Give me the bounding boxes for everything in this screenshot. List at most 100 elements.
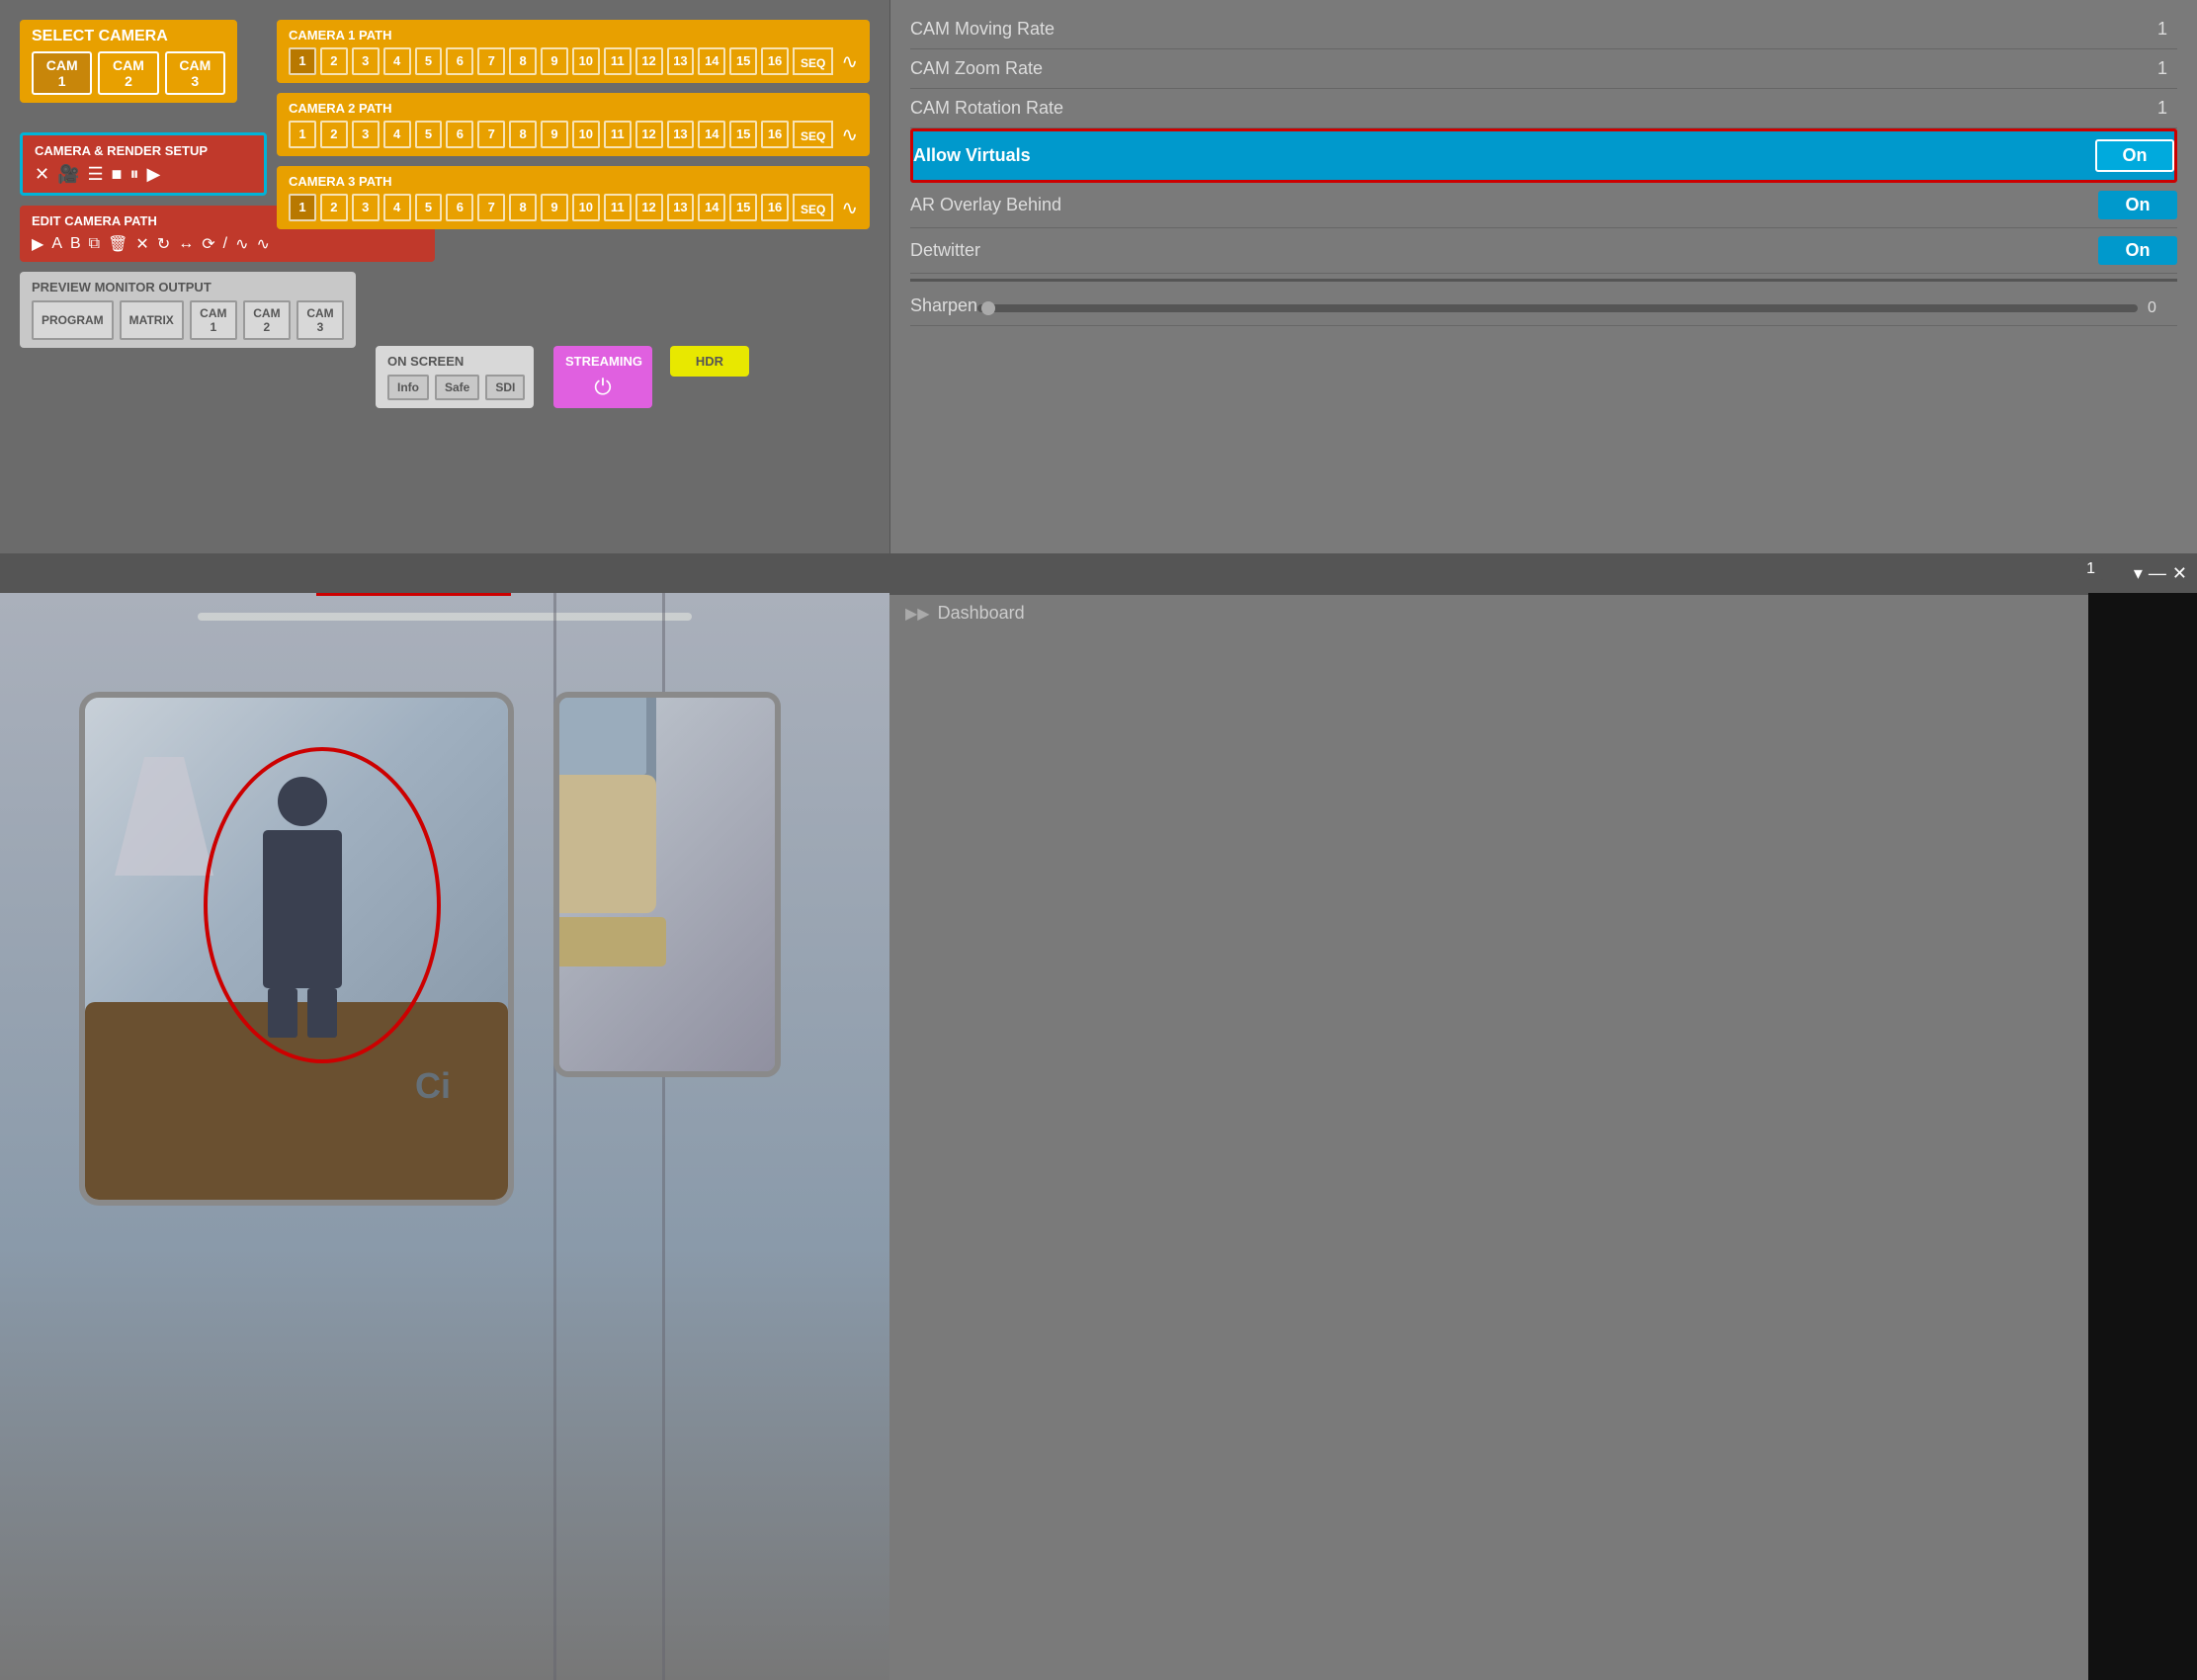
viewport-x-icon[interactable]: ✕: [2172, 563, 2187, 584]
viewport-close-icon[interactable]: —: [2149, 563, 2166, 584]
preview-cam3-btn[interactable]: CAM 3: [296, 300, 344, 340]
path2-btn-10[interactable]: 10: [572, 121, 600, 148]
path2-btn-7[interactable]: 7: [477, 121, 505, 148]
path2-btn-5[interactable]: 5: [415, 121, 443, 148]
edit-cam-rotate[interactable]: ↻: [157, 234, 170, 254]
path3-btn-14[interactable]: 14: [698, 194, 725, 221]
sharpen-label: Sharpen: [910, 295, 977, 316]
path1-btn-1[interactable]: 1: [289, 47, 316, 75]
path1-btn-11[interactable]: 11: [604, 47, 632, 75]
cam-render-icon-cross[interactable]: ✕: [35, 164, 49, 185]
edit-cam-curve2[interactable]: ∿: [256, 234, 269, 254]
on-screen-info-btn[interactable]: Info: [387, 375, 429, 400]
cam-render-icon-list[interactable]: ☰: [88, 164, 104, 185]
path2-btn-4[interactable]: 4: [383, 121, 411, 148]
path2-btn-9[interactable]: 9: [541, 121, 568, 148]
path1-btn-2[interactable]: 2: [320, 47, 348, 75]
path1-btn-15[interactable]: 15: [729, 47, 757, 75]
path1-btn-16[interactable]: 16: [761, 47, 789, 75]
path3-btn-15[interactable]: 15: [729, 194, 757, 221]
sharpen-slider-thumb[interactable]: [981, 301, 995, 315]
path2-btn-14[interactable]: 14: [698, 121, 725, 148]
path1-btn-6[interactable]: 6: [446, 47, 473, 75]
path2-btn-3[interactable]: 3: [352, 121, 380, 148]
edit-cam-a[interactable]: A: [51, 235, 62, 253]
path3-btn-16[interactable]: 16: [761, 194, 789, 221]
ar-overlay-badge[interactable]: On: [2098, 191, 2177, 219]
path2-btn-13[interactable]: 13: [667, 121, 695, 148]
path1-btn-14[interactable]: 14: [698, 47, 725, 75]
path1-btn-7[interactable]: 7: [477, 47, 505, 75]
preview-program-btn[interactable]: PROGRAM: [32, 300, 114, 340]
edit-cam-refresh[interactable]: ⟳: [202, 234, 214, 254]
cam-render-label: CAMERA & RENDER SETUP: [35, 143, 252, 158]
path1-btn-12[interactable]: 12: [635, 47, 663, 75]
edit-cam-line[interactable]: /: [223, 235, 227, 253]
path2-btn-16[interactable]: 16: [761, 121, 789, 148]
path1-btn-13[interactable]: 13: [667, 47, 695, 75]
cam-render-icon-play[interactable]: ▶: [147, 164, 161, 185]
path3-btn-1[interactable]: 1: [289, 194, 316, 221]
cam-zoom-rate-label: CAM Zoom Rate: [910, 58, 2108, 79]
cam-render-icon-pause[interactable]: ⏸: [130, 164, 139, 185]
path3-btn-5[interactable]: 5: [415, 194, 443, 221]
path1-btn-5[interactable]: 5: [415, 47, 443, 75]
lamp-shape: [115, 757, 213, 876]
path2-btn-15[interactable]: 15: [729, 121, 757, 148]
path2-btn-1[interactable]: 1: [289, 121, 316, 148]
path3-curve-icon[interactable]: ∿: [841, 196, 858, 220]
path1-seq-btn[interactable]: SEQ: [793, 47, 833, 75]
allow-virtuals-badge[interactable]: On: [2095, 139, 2174, 172]
path3-btn-8[interactable]: 8: [509, 194, 537, 221]
on-screen-safe-btn[interactable]: Safe: [435, 375, 479, 400]
path3-btn-3[interactable]: 3: [352, 194, 380, 221]
edit-cam-arrows[interactable]: ↔: [178, 235, 194, 253]
path1-btn-3[interactable]: 3: [352, 47, 380, 75]
cam1-button[interactable]: CAM 1: [32, 51, 92, 95]
sharpen-slider[interactable]: [977, 304, 2138, 312]
path2-seq-btn[interactable]: SEQ: [793, 121, 833, 148]
path3-btn-2[interactable]: 2: [320, 194, 348, 221]
ci-label: Ci: [415, 1065, 451, 1107]
edit-cam-curve1[interactable]: ∿: [235, 234, 248, 254]
window-interior-left: [85, 698, 508, 1200]
path1-btn-4[interactable]: 4: [383, 47, 411, 75]
path1-btn-10[interactable]: 10: [572, 47, 600, 75]
cam2-button[interactable]: CAM 2: [98, 51, 158, 95]
path1-curve-icon[interactable]: ∿: [841, 49, 858, 74]
path3-seq-btn[interactable]: SEQ: [793, 194, 833, 221]
edit-cam-delete[interactable]: 🗑: [108, 234, 127, 254]
path3-btn-12[interactable]: 12: [635, 194, 663, 221]
path2-btn-8[interactable]: 8: [509, 121, 537, 148]
path3-btn-11[interactable]: 11: [604, 194, 632, 221]
path3-btn-7[interactable]: 7: [477, 194, 505, 221]
path1-btn-9[interactable]: 9: [541, 47, 568, 75]
path2-btn-2[interactable]: 2: [320, 121, 348, 148]
viewport-area[interactable]: Ci: [0, 593, 889, 1680]
edit-cam-x[interactable]: ✕: [135, 234, 148, 254]
preview-cam1-btn[interactable]: CAM 1: [190, 300, 237, 340]
path2-btn-12[interactable]: 12: [635, 121, 663, 148]
path3-btn-10[interactable]: 10: [572, 194, 600, 221]
streaming-power-icon[interactable]: ⏻: [565, 375, 640, 400]
path3-btn-9[interactable]: 9: [541, 194, 568, 221]
path3-btn-13[interactable]: 13: [667, 194, 695, 221]
path3-btn-4[interactable]: 4: [383, 194, 411, 221]
viewport-chevron-down-icon[interactable]: ▾: [2134, 563, 2143, 584]
on-screen-sdi-btn[interactable]: SDI: [485, 375, 525, 400]
path2-btn-6[interactable]: 6: [446, 121, 473, 148]
path2-curve-icon[interactable]: ∿: [841, 123, 858, 147]
cam-render-icon-stop[interactable]: ■: [112, 164, 123, 185]
preview-cam2-btn[interactable]: CAM 2: [243, 300, 291, 340]
edit-cam-copy[interactable]: ⧉: [89, 235, 100, 253]
preview-matrix-btn[interactable]: MATRIX: [120, 300, 184, 340]
detwitter-badge[interactable]: On: [2098, 236, 2177, 265]
edit-cam-play[interactable]: ▶: [32, 234, 43, 254]
cam3-button[interactable]: CAM 3: [165, 51, 225, 95]
cam-render-icon-camera[interactable]: 🎥: [57, 164, 79, 185]
path3-btn-6[interactable]: 6: [446, 194, 473, 221]
edit-cam-b[interactable]: B: [70, 235, 81, 253]
path2-btn-11[interactable]: 11: [604, 121, 632, 148]
path1-btn-8[interactable]: 8: [509, 47, 537, 75]
streaming-label: STREAMING: [565, 354, 640, 369]
